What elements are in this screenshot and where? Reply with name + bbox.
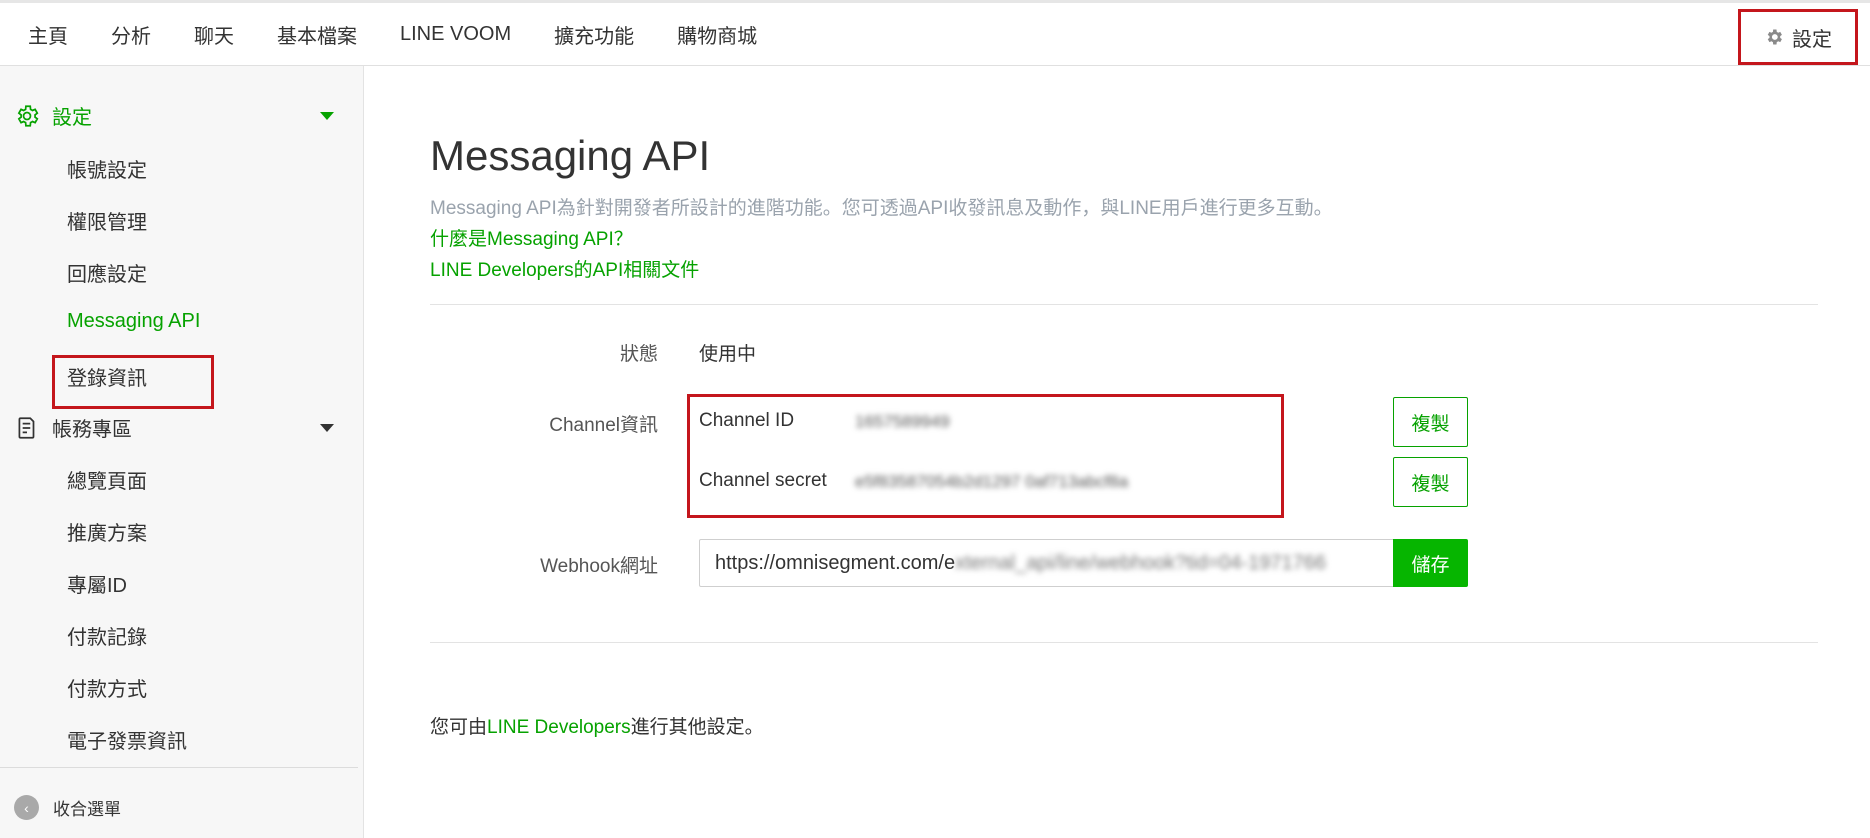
collapse-menu-button[interactable]: ‹ 收合選單 bbox=[14, 795, 121, 820]
nav-profile[interactable]: 基本檔案 bbox=[277, 20, 357, 49]
channel-id-label: Channel ID bbox=[699, 410, 795, 431]
what-is-messaging-api-link[interactable]: 什麼是Messaging API？ bbox=[430, 224, 633, 251]
channel-info-label: Channel資訊 bbox=[549, 415, 658, 436]
channel-id-value: 1657589949 bbox=[855, 412, 950, 431]
chevron-down-icon bbox=[320, 111, 334, 120]
sidebar-item-account-settings[interactable]: 帳號設定 bbox=[67, 154, 147, 183]
status-value: 使用中 bbox=[699, 344, 757, 365]
channel-secret-label: Channel secret bbox=[699, 470, 827, 491]
webhook-url-blurred: xternal_api/line/webhook?tid=04-1971766 bbox=[955, 551, 1326, 574]
nav-extensions[interactable]: 擴充功能 bbox=[554, 20, 634, 49]
divider bbox=[430, 642, 1818, 643]
copy-channel-id-button[interactable]: 複製 bbox=[1393, 397, 1468, 447]
chevron-down-icon bbox=[320, 423, 334, 432]
page-description: Messaging API為針對開發者所設計的進階功能。您可透過API收發訊息及… bbox=[430, 198, 1333, 219]
nav-home[interactable]: 主頁 bbox=[28, 20, 68, 49]
sidebar-item-payment-records[interactable]: 付款記錄 bbox=[67, 621, 147, 650]
sidebar-item-premium-id[interactable]: 專屬ID bbox=[67, 569, 127, 598]
gear-outline-icon bbox=[17, 104, 39, 127]
collapse-menu-label: 收合選單 bbox=[53, 800, 121, 819]
nav-analytics[interactable]: 分析 bbox=[111, 20, 151, 49]
footer-prefix: 您可由 bbox=[430, 717, 488, 738]
webhook-url-label: Webhook網址 bbox=[540, 556, 658, 577]
sidebar-item-promotion-plans[interactable]: 推廣方案 bbox=[67, 517, 147, 546]
webhook-url-input[interactable]: https://omnisegment.com/e xternal_api/lin… bbox=[699, 539, 1394, 587]
gear-icon bbox=[1767, 29, 1782, 45]
sidebar-section-billing[interactable]: 帳務專區 bbox=[14, 413, 334, 442]
sidebar-item-messaging-api[interactable]: Messaging API bbox=[67, 310, 200, 333]
top-nav: 主頁 分析 聊天 基本檔案 LINE VOOM 擴充功能 購物商城 bbox=[28, 3, 800, 66]
sidebar: 設定 帳號設定 權限管理 回應設定 Messaging API 登錄資訊 帳務專… bbox=[0, 66, 364, 838]
sidebar-item-registration-info[interactable]: 登錄資訊 bbox=[67, 362, 147, 391]
sidebar-item-payment-methods[interactable]: 付款方式 bbox=[67, 673, 147, 702]
top-navigation-bar: 主頁 分析 聊天 基本檔案 LINE VOOM 擴充功能 購物商城 設定 bbox=[0, 0, 1870, 66]
sidebar-item-e-invoice[interactable]: 電子發票資訊 bbox=[67, 725, 187, 754]
sidebar-section-billing-label: 帳務專區 bbox=[52, 419, 132, 441]
nav-shopping[interactable]: 購物商城 bbox=[677, 20, 757, 49]
channel-secret-value: e5f83587054b2d1297 0af713abcf8a bbox=[855, 472, 1129, 491]
document-icon bbox=[18, 416, 35, 439]
status-label: 狀態 bbox=[619, 344, 658, 365]
settings-button[interactable]: 設定 bbox=[1738, 9, 1858, 65]
nav-line-voom[interactable]: LINE VOOM bbox=[400, 23, 511, 46]
sidebar-item-response-settings[interactable]: 回應設定 bbox=[67, 258, 147, 287]
api-docs-link[interactable]: LINE Developers的API相關文件 bbox=[430, 255, 699, 282]
sidebar-item-permissions[interactable]: 權限管理 bbox=[67, 206, 147, 235]
line-developers-link[interactable]: LINE Developers bbox=[487, 717, 631, 738]
sidebar-section-settings-label: 設定 bbox=[52, 107, 92, 129]
copy-channel-secret-button[interactable]: 複製 bbox=[1393, 457, 1468, 507]
sidebar-divider bbox=[0, 767, 358, 768]
page-title: Messaging API bbox=[430, 132, 711, 179]
footer-suffix: 進行其他設定。 bbox=[630, 717, 764, 738]
divider bbox=[430, 304, 1818, 305]
settings-button-label: 設定 bbox=[1792, 28, 1832, 51]
webhook-url-visible: https://omnisegment.com/e bbox=[715, 551, 956, 574]
sidebar-item-overview[interactable]: 總覽頁面 bbox=[67, 465, 147, 494]
nav-chat[interactable]: 聊天 bbox=[194, 20, 234, 49]
footer-note: 您可由LINE Developers進行其他設定。 bbox=[430, 712, 764, 739]
chevron-left-icon: ‹ bbox=[14, 795, 39, 820]
sidebar-section-settings[interactable]: 設定 bbox=[14, 101, 334, 130]
save-webhook-button[interactable]: 儲存 bbox=[1393, 539, 1468, 587]
